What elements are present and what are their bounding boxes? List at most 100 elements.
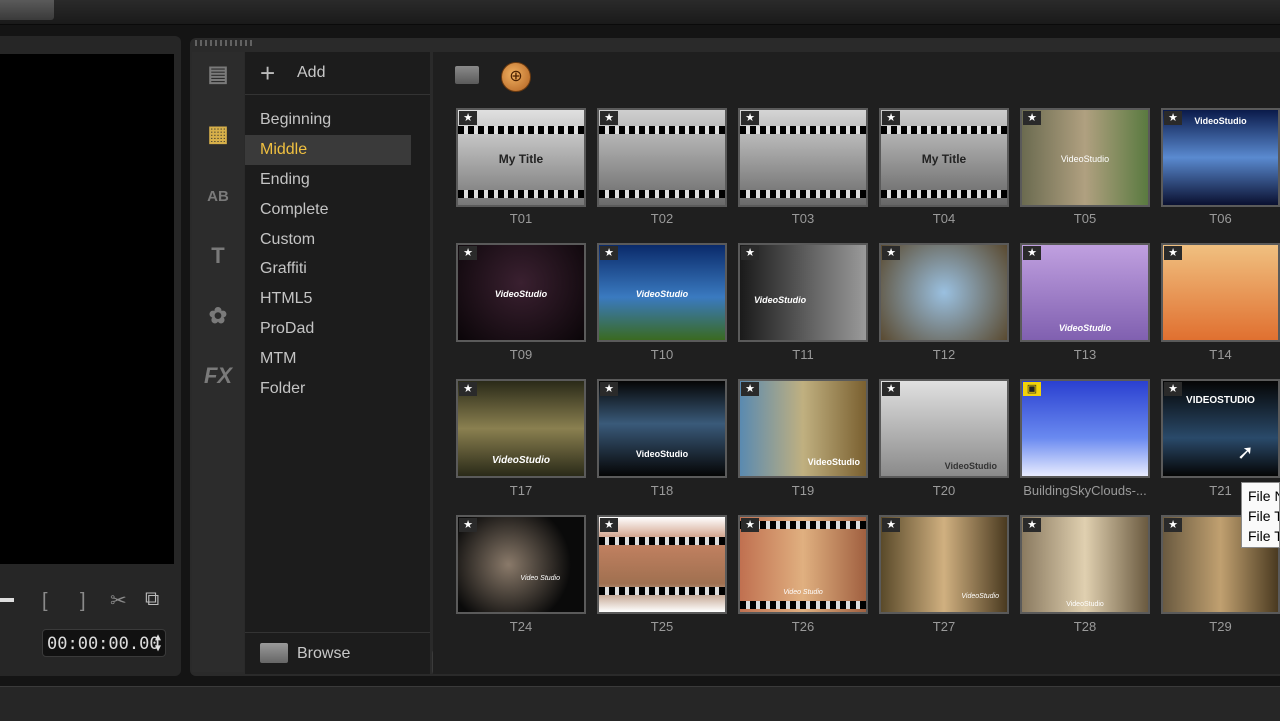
category-ending[interactable]: Ending — [245, 165, 411, 195]
star-icon: ★ — [1164, 246, 1182, 260]
category-graffiti[interactable]: Graffiti — [245, 254, 411, 284]
thumbnail-t09[interactable]: ★ VideoStudio — [456, 243, 586, 342]
thumbnail-t02[interactable]: ★ — [597, 108, 727, 207]
thumbnail-t18[interactable]: ★ VideoStudio — [597, 379, 727, 478]
star-icon: ★ — [600, 518, 618, 532]
thumbnail-caption: T28 — [1073, 619, 1097, 634]
thumbnail-caption: T14 — [1209, 347, 1232, 362]
thumbnail-overlay: VideoStudio — [635, 449, 689, 459]
media-icon[interactable]: ▤ — [198, 56, 238, 92]
thumbnail-caption: T19 — [791, 483, 815, 498]
thumbnail-t25[interactable]: ★ — [597, 515, 727, 614]
title-bar — [0, 0, 1280, 25]
category-middle[interactable]: Middle — [245, 135, 411, 165]
scrubber-handle[interactable] — [0, 598, 14, 602]
star-icon: ★ — [600, 111, 618, 125]
thumbnail-caption: T24 — [509, 619, 533, 634]
split-clip-icon[interactable]: ✂ — [110, 588, 127, 613]
star-icon: ★ — [882, 518, 900, 532]
thumbnail-caption: T04 — [932, 211, 956, 226]
thumbnail-t01[interactable]: ★ My Title — [456, 108, 586, 207]
video-clip-icon: ▣ — [1023, 382, 1041, 396]
category-folder[interactable]: Folder — [245, 374, 411, 404]
star-icon: ★ — [1164, 382, 1182, 396]
thumbnail-caption: T09 — [509, 347, 533, 362]
timecode-value: 00:00:00.00 — [47, 634, 160, 654]
thumbnail-t24[interactable]: ★ Video Studio — [456, 515, 586, 614]
category-beginning[interactable]: Beginning — [245, 105, 411, 135]
download-globe-icon[interactable]: ⊕ — [501, 62, 531, 92]
thumbnail-t28[interactable]: ★ VideoStudio — [1020, 515, 1150, 614]
thumbnail-t13[interactable]: ★ VideoStudio — [1020, 243, 1150, 342]
thumbnail-t21[interactable]: ★ VIDEOSTUDIO — [1161, 379, 1280, 478]
thumbnail-t05[interactable]: ★ VideoStudio — [1020, 108, 1150, 207]
preview-screen — [0, 54, 174, 564]
thumbnail-t03[interactable]: ★ — [738, 108, 868, 207]
thumbnail-t10[interactable]: ★ VideoStudio — [597, 243, 727, 342]
instant-project-icon[interactable]: ▦ — [198, 116, 238, 152]
thumbnail-t20[interactable]: ★ VideoStudio — [879, 379, 1009, 478]
thumbnail-t12[interactable]: ★ — [879, 243, 1009, 342]
thumbnail-t14[interactable]: ★ — [1161, 243, 1280, 342]
star-icon: ★ — [1164, 518, 1182, 532]
category-complete[interactable]: Complete — [245, 195, 411, 225]
thumbnail-overlay: VideoStudio — [1060, 154, 1110, 164]
browse-label: Browse — [297, 645, 351, 662]
mark-in-button[interactable]: [ — [42, 590, 48, 613]
star-icon: ★ — [741, 111, 759, 125]
thumbnail-t06[interactable]: ★ VideoStudio — [1161, 108, 1280, 207]
graphic-icon[interactable]: ✿ — [198, 298, 238, 334]
thumbnail-t19[interactable]: ★ VideoStudio — [738, 379, 868, 478]
thumbnail-caption: T03 — [791, 211, 815, 226]
copy-icon[interactable]: ⧉ — [145, 588, 159, 611]
timecode-field[interactable]: 00:00:00.00 ▲ ▼ — [42, 629, 166, 657]
star-icon: ★ — [882, 111, 900, 125]
thumbnail-overlay: VideoStudio — [635, 289, 689, 299]
thumbnail-t17[interactable]: ★ VideoStudio — [456, 379, 586, 478]
panel-grip[interactable] — [195, 40, 255, 46]
mark-out-button[interactable]: ] — [80, 590, 86, 613]
filter-icon[interactable]: FX — [198, 358, 238, 394]
thumbnail-caption: T01 — [509, 211, 533, 226]
thumbnail-overlay: VideoStudio — [492, 455, 550, 466]
thumbnail-caption: T13 — [1073, 347, 1097, 362]
star-icon: ★ — [459, 246, 477, 260]
player-panel — [0, 36, 181, 676]
thumbnail-overlay: VideoStudio — [961, 593, 999, 600]
thumbnail-overlay: VideoStudio — [494, 289, 548, 299]
star-icon: ★ — [600, 246, 618, 260]
file-info-tooltip: File N File T File T — [1241, 482, 1280, 548]
star-icon: ★ — [1164, 111, 1182, 125]
plus-icon: + — [260, 58, 276, 88]
timeline-bar — [0, 686, 1280, 721]
thumbnail-overlay: Video Studio — [520, 575, 560, 582]
category-prodad[interactable]: ProDad — [245, 314, 411, 344]
thumbnail-caption: T27 — [932, 619, 956, 634]
thumbnail-caption: T11 — [792, 347, 814, 362]
window-tab[interactable] — [0, 0, 54, 20]
thumbnail-caption: T02 — [650, 211, 674, 226]
thumbnail-caption: T25 — [650, 619, 674, 634]
transition-icon[interactable]: AB — [198, 178, 238, 214]
timecode-spinner-icon[interactable]: ▲ ▼ — [155, 632, 161, 654]
add-label: Add — [297, 64, 326, 81]
title-icon[interactable]: T — [198, 238, 238, 274]
star-icon: ★ — [459, 518, 477, 532]
thumbnail-t27[interactable]: ★ VideoStudio — [879, 515, 1009, 614]
thumbnail-t26[interactable]: ★ Video Studio — [738, 515, 868, 614]
category-custom[interactable]: Custom — [245, 225, 411, 255]
star-icon: ★ — [1023, 111, 1041, 125]
thumbnail-t04[interactable]: ★ My Title — [879, 108, 1009, 207]
category-html5[interactable]: HTML5 — [245, 284, 411, 314]
category-mtm[interactable]: MTM — [245, 344, 411, 374]
star-icon: ★ — [1023, 246, 1041, 260]
thumbnail-overlay: VideoStudio — [1058, 323, 1112, 333]
thumbnail-building-sky-clouds[interactable]: ▣ — [1020, 379, 1150, 478]
tooltip-line: File T — [1248, 528, 1280, 544]
folder-icon[interactable] — [455, 66, 479, 84]
thumbnail-caption: T12 — [932, 347, 956, 362]
thumbnail-overlay: VideoStudio — [754, 295, 807, 305]
thumbnail-t11[interactable]: ★ VideoStudio — [738, 243, 868, 342]
thumbnail-overlay: Video Studio — [783, 589, 823, 596]
star-icon: ★ — [741, 246, 759, 260]
